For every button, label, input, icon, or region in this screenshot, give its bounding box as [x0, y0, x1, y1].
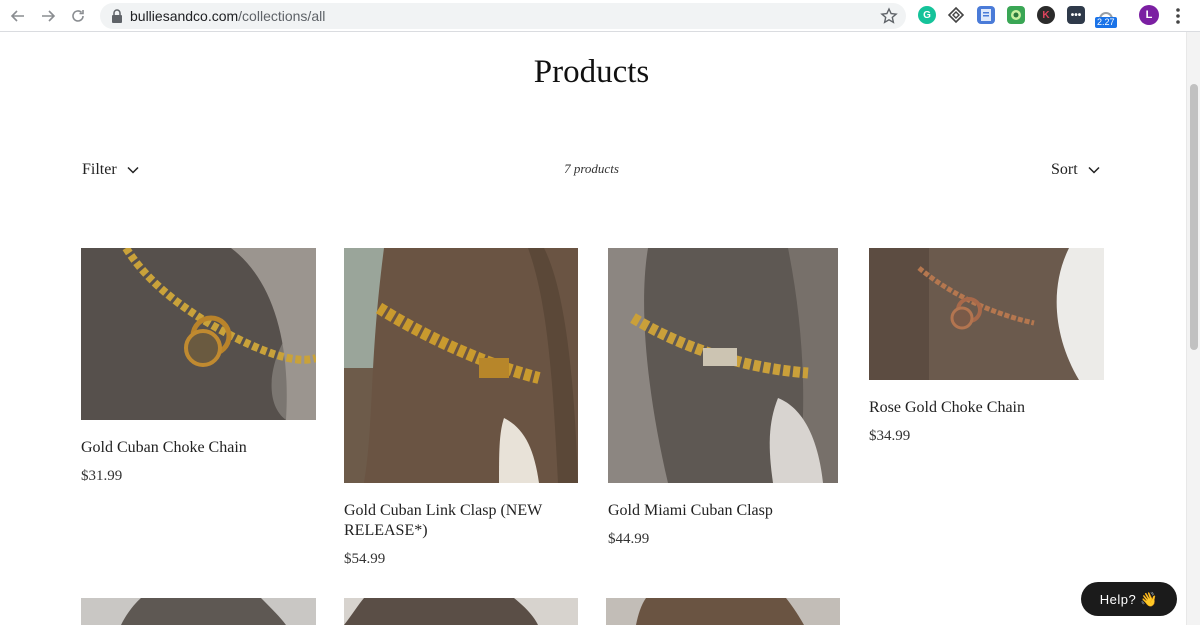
page-title: Products	[533, 54, 650, 90]
url-domain: bulliesandco.com	[130, 8, 239, 24]
dog-photo-partial	[81, 598, 316, 625]
dog-photo-partial	[344, 598, 578, 625]
forward-button[interactable]	[36, 4, 60, 28]
help-chat-button[interactable]: Help? 👋	[1081, 582, 1177, 616]
help-label: Help?	[1099, 591, 1137, 607]
dots-extension-icon[interactable]: •••	[1067, 6, 1085, 24]
k-extension-letter: K	[1042, 9, 1050, 21]
more-vert-icon[interactable]	[1172, 7, 1184, 25]
product-card[interactable]: Gold Cuban Choke Chain $31.99	[81, 248, 316, 485]
dog-collar-photo	[869, 248, 1104, 380]
address-bar[interactable]: bulliesandco.com/collections/all	[100, 3, 906, 29]
waving-hand-icon: 👋	[1140, 590, 1159, 607]
product-name[interactable]: Gold Miami Cuban Clasp	[608, 501, 838, 521]
profile-avatar[interactable]: L	[1139, 5, 1159, 25]
product-card[interactable]: Gold Miami Cuban Clasp $44.99	[608, 248, 838, 548]
url-text: bulliesandco.com/collections/all	[130, 7, 325, 25]
dog-photo-partial	[606, 598, 840, 625]
product-name[interactable]: Gold Cuban Link Clasp (NEW RELEASE*)	[344, 501, 578, 541]
product-price: $31.99	[81, 468, 123, 484]
diamond-icon	[947, 6, 965, 24]
scroll-thumb[interactable]	[1190, 84, 1198, 350]
product-image[interactable]	[869, 248, 1104, 380]
grammarly-extension-icon[interactable]: G	[918, 6, 936, 24]
product-price: $54.99	[344, 551, 386, 567]
url-path: /collections/all	[238, 8, 326, 24]
forward-arrow-icon	[42, 10, 56, 22]
product-price: $34.99	[869, 428, 911, 444]
extension-badge: 2.27	[1095, 17, 1117, 28]
product-card[interactable]: Rose Gold Choke Chain $34.99	[869, 248, 1104, 445]
product-image-partial[interactable]	[344, 598, 578, 625]
leaf-icon	[1011, 10, 1021, 20]
diamond-extension-icon[interactable]	[947, 6, 965, 24]
bookmark-star-icon[interactable]	[880, 7, 898, 25]
product-image[interactable]	[344, 248, 578, 483]
dog-collar-photo	[344, 248, 578, 483]
k-extension-icon[interactable]: K	[1037, 6, 1055, 24]
dog-collar-photo	[608, 248, 838, 483]
green-extension-icon[interactable]	[1007, 6, 1025, 24]
product-count: 7 products	[564, 161, 619, 176]
sort-label: Sort	[1051, 161, 1078, 178]
product-card[interactable]: Gold Cuban Link Clasp (NEW RELEASE*) $54…	[344, 248, 578, 568]
lock-icon	[112, 9, 122, 23]
dog-collar-photo	[81, 248, 316, 420]
product-name[interactable]: Gold Cuban Choke Chain	[81, 438, 316, 458]
product-price: $44.99	[608, 531, 650, 547]
reload-button[interactable]	[66, 4, 90, 28]
doc-extension-icon[interactable]	[977, 6, 995, 24]
product-name[interactable]: Rose Gold Choke Chain	[869, 398, 1104, 418]
sort-button[interactable]: Sort	[1051, 159, 1100, 181]
product-image[interactable]	[81, 248, 316, 420]
document-icon	[981, 9, 991, 21]
product-image-partial[interactable]	[606, 598, 840, 625]
back-arrow-icon	[10, 10, 24, 22]
back-button[interactable]	[6, 4, 30, 28]
browser-toolbar: bulliesandco.com/collections/all G K •••…	[0, 0, 1200, 32]
chevron-down-icon	[1088, 166, 1100, 174]
product-image[interactable]	[608, 248, 838, 483]
product-image-partial[interactable]	[81, 598, 316, 625]
page-scrollbar[interactable]	[1186, 32, 1200, 625]
reload-icon	[72, 10, 84, 22]
